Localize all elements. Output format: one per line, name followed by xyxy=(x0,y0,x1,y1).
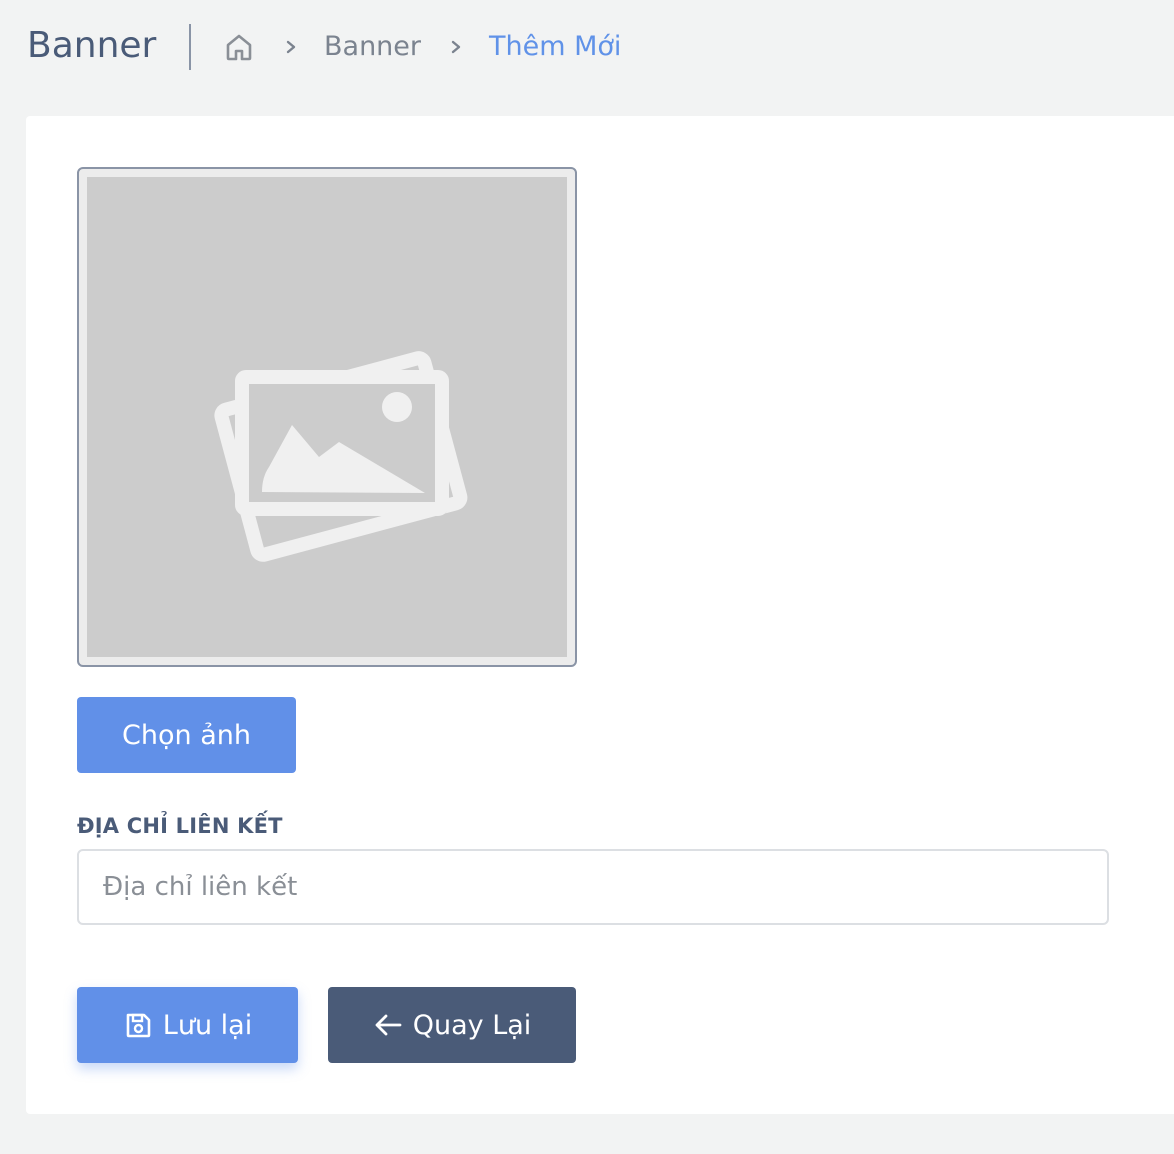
breadcrumb-banner[interactable]: Banner xyxy=(324,28,421,66)
link-input[interactable] xyxy=(77,849,1109,925)
arrow-left-icon xyxy=(373,1010,403,1040)
title-divider xyxy=(189,24,191,70)
image-placeholder xyxy=(87,177,567,657)
subheader: Banner Banner Thêm Mới xyxy=(0,0,1174,96)
chevron-right-icon xyxy=(286,40,296,54)
page-title: Banner xyxy=(27,25,157,66)
link-field-label: ĐỊA CHỈ LIÊN KẾT xyxy=(77,814,283,838)
back-button[interactable]: Quay Lại xyxy=(328,987,576,1063)
save-button[interactable]: Lưu lại xyxy=(77,987,298,1063)
form-card: Chọn ảnh ĐỊA CHỈ LIÊN KẾT Lưu lại Quay L… xyxy=(26,116,1174,1114)
choose-image-button[interactable]: Chọn ảnh xyxy=(77,697,296,773)
chevron-right-icon xyxy=(451,40,461,54)
image-placeholder-icon xyxy=(214,351,468,562)
image-preview xyxy=(77,167,577,667)
home-icon[interactable] xyxy=(223,31,255,63)
back-button-label: Quay Lại xyxy=(412,1009,532,1041)
save-button-label: Lưu lại xyxy=(162,1009,253,1041)
save-icon xyxy=(123,1010,153,1040)
breadcrumb-current: Thêm Mới xyxy=(489,31,622,62)
